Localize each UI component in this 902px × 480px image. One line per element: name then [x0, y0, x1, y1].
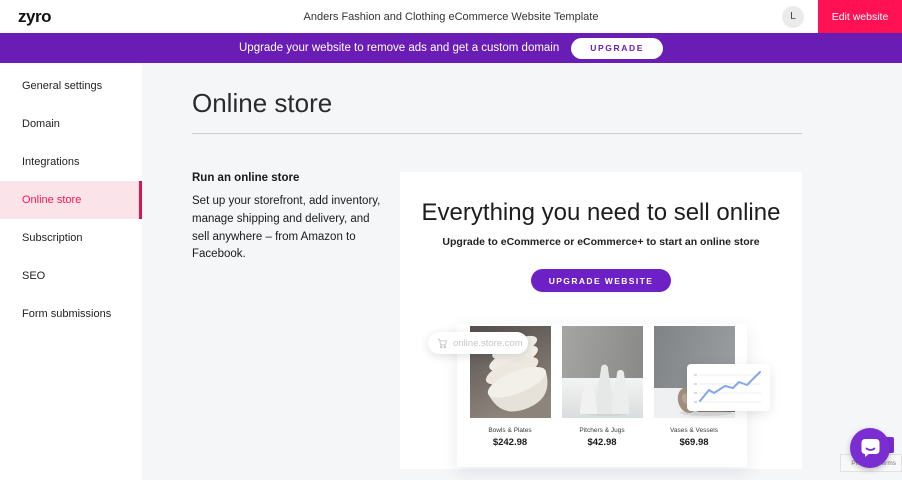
chat-widget-button[interactable] — [850, 428, 890, 468]
user-avatar[interactable]: L — [782, 6, 804, 28]
promo-subheading: Upgrade to eCommerce or eCommerce+ to st… — [400, 236, 802, 248]
product-name: Bowls & Plates — [470, 427, 551, 434]
top-bar-actions: L Edit website — [782, 0, 902, 33]
product-price: $69.98 — [654, 437, 735, 448]
title-divider — [192, 133, 802, 134]
edit-website-button[interactable]: Edit website — [818, 0, 902, 33]
settings-sidebar: General settings Domain Integrations Onl… — [0, 63, 142, 480]
sidebar-item-integrations[interactable]: Integrations — [0, 143, 142, 181]
line-chart-icon — [687, 364, 770, 411]
page-title: Online store — [192, 88, 802, 119]
promo-card: Everything you need to sell online Upgra… — [400, 172, 802, 469]
product-name: Vases & Vessels — [654, 427, 735, 434]
upgrade-banner: Upgrade your website to remove ads and g… — [0, 33, 902, 63]
section-title: Run an online store — [192, 172, 400, 184]
sidebar-item-general-settings[interactable]: General settings — [0, 67, 142, 105]
banner-upgrade-button[interactable]: UPGRADE — [571, 38, 663, 59]
product-price: $242.98 — [470, 437, 551, 448]
main-content: Online store Run an online store Set up … — [142, 63, 902, 480]
section-description: Set up your storefront, add inventory, m… — [192, 193, 384, 264]
sidebar-item-online-store[interactable]: Online store — [0, 181, 142, 219]
trend-chart-card — [687, 364, 770, 411]
pitchers-photo — [562, 326, 643, 418]
promo-heading: Everything you need to sell online — [400, 172, 802, 227]
sidebar-item-domain[interactable]: Domain — [0, 105, 142, 143]
product-card: Pitchers & Jugs $42.98 — [562, 326, 643, 467]
cart-icon — [437, 338, 448, 349]
upgrade-website-button[interactable]: UPGRADE WEBSITE — [531, 269, 672, 292]
chat-bubble-icon — [860, 438, 881, 458]
sidebar-item-form-submissions[interactable]: Form submissions — [0, 295, 142, 333]
product-price: $42.98 — [562, 437, 643, 448]
section-intro: Run an online store Set up your storefro… — [192, 172, 400, 469]
sidebar-item-subscription[interactable]: Subscription — [0, 219, 142, 257]
zyro-logo[interactable]: zyro — [18, 7, 51, 27]
upgrade-banner-text: Upgrade your website to remove ads and g… — [239, 42, 559, 54]
store-url-text: online.store.com — [453, 338, 523, 349]
sidebar-item-seo[interactable]: SEO — [0, 257, 142, 295]
product-name: Pitchers & Jugs — [562, 427, 643, 434]
top-bar: zyro Anders Fashion and Clothing eCommer… — [0, 0, 902, 33]
site-title: Anders Fashion and Clothing eCommerce We… — [304, 11, 599, 23]
store-url-pill: online.store.com — [428, 332, 528, 354]
